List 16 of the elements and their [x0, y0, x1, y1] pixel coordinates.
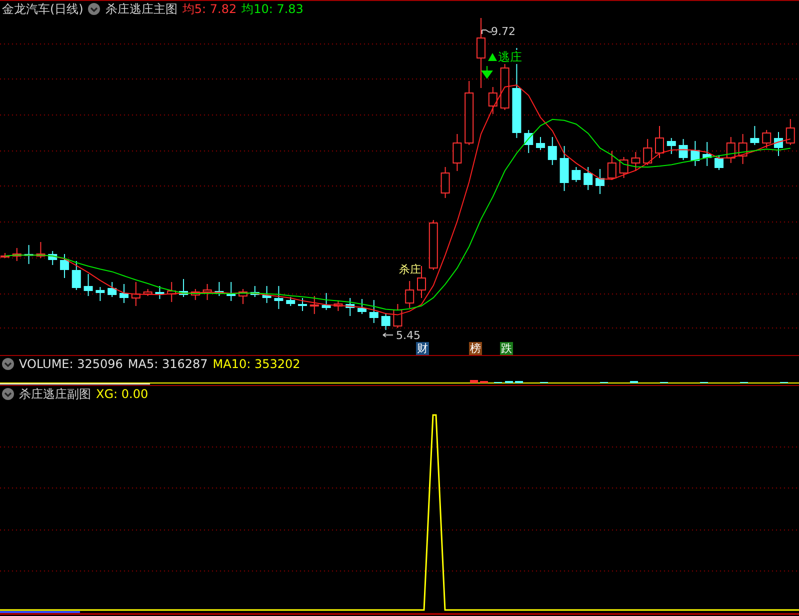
high-price-label: 9.72: [491, 24, 516, 38]
volume-reading: MA10: 353202: [212, 356, 300, 372]
volume-reading: MA5: 316287: [128, 356, 208, 372]
ma-reading: 均5: 7.82: [182, 2, 237, 17]
event-marker[interactable]: 跌: [500, 342, 513, 355]
indicator-name: 杀庄逃庄主图: [105, 2, 178, 17]
indicator-name: 杀庄逃庄副图: [19, 386, 91, 402]
ma-reading: 均10: 7.83: [242, 2, 304, 17]
volume-reading: VOLUME: 325096: [19, 356, 123, 372]
indicator-reading: XG: 0.00: [96, 386, 148, 402]
event-marker[interactable]: 榜: [469, 342, 482, 355]
low-price-label: 5.45: [396, 328, 420, 342]
event-marker[interactable]: 财: [416, 342, 429, 355]
stock-title: 金龙汽车(日线): [2, 2, 84, 17]
signal-label: 逃庄: [498, 50, 522, 64]
signal-label: 杀庄: [399, 262, 421, 276]
